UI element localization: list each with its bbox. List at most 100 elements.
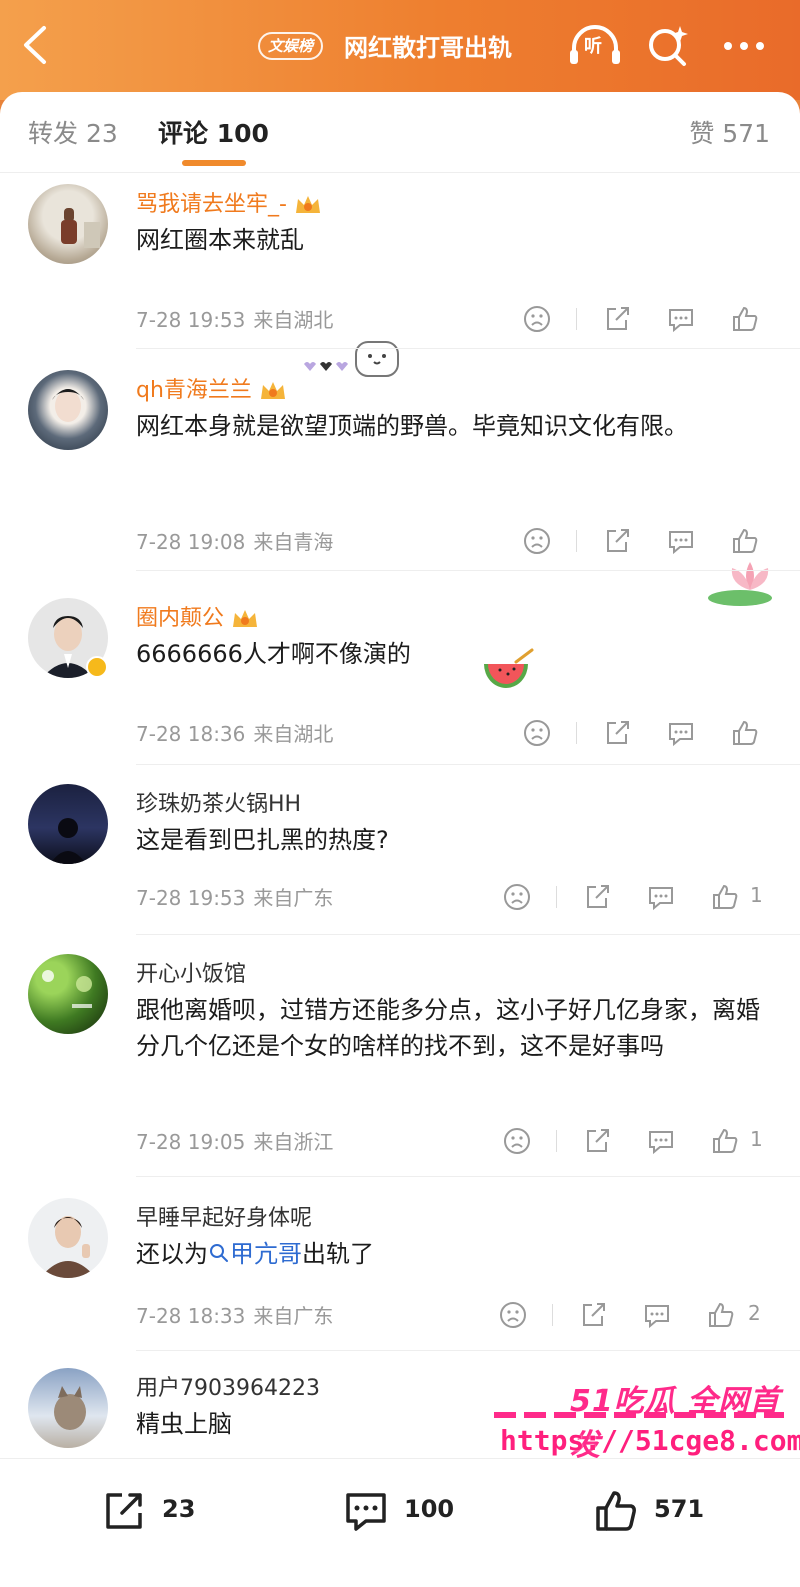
- comment-actions: [522, 526, 772, 556]
- like-icon[interactable]: [730, 526, 760, 556]
- share-icon[interactable]: [582, 882, 612, 912]
- tab-likes-count: 571: [722, 119, 770, 148]
- share-icon: [106, 1493, 142, 1529]
- share-icon[interactable]: [602, 304, 632, 334]
- tab-reposts-count: 23: [85, 119, 118, 148]
- verified-badge: [86, 656, 108, 678]
- vip-crown-icon: [260, 382, 285, 399]
- avatar[interactable]: [28, 370, 108, 450]
- comment-region: 来自广东: [253, 1304, 334, 1328]
- content-sheet: 转发 23 评论 100 赞 571 骂我请去坐牢_- 网红圈本来就乱 7-28…: [0, 92, 800, 1587]
- dislike-face-icon[interactable]: [502, 1126, 532, 1156]
- separator: [576, 722, 577, 744]
- reply-icon[interactable]: [666, 718, 696, 748]
- page-title: 网红散打哥出轨: [344, 34, 512, 62]
- username[interactable]: 圈内颠公: [136, 600, 260, 632]
- tab-reposts-label: 转发: [28, 119, 79, 148]
- username-text: 开心小饭馆: [136, 962, 247, 987]
- username-text: 骂我请去坐牢_-: [136, 192, 287, 217]
- topic-tag-badge[interactable]: 文娱榜: [258, 32, 324, 60]
- watermark-url: https://51cge8.com: [500, 1424, 800, 1457]
- share-icon[interactable]: [602, 718, 632, 748]
- username-text: 早睡早起好身体呢: [136, 1206, 313, 1231]
- bottom-action-bar: 23 100 571: [0, 1458, 800, 1587]
- comment-text: 跟他离婚呗，过错方还能多分点，这小子好几亿身家，离婚分几个亿还是个女的啥样的找不…: [136, 996, 760, 1060]
- username[interactable]: 骂我请去坐牢_-: [136, 186, 323, 218]
- share-icon[interactable]: [582, 1126, 612, 1156]
- comment-text: 还以为 甲亢哥出轨了: [136, 1236, 756, 1272]
- like-icon[interactable]: [710, 1126, 740, 1156]
- search-button[interactable]: [644, 22, 692, 70]
- comment-text: 6666666人才啊不像演的: [136, 640, 411, 668]
- tab-comments[interactable]: 评论 100: [158, 114, 269, 150]
- topic-link-text: 甲亢哥: [230, 1240, 302, 1268]
- repost-count: 23: [162, 1495, 196, 1523]
- separator: [556, 1130, 557, 1152]
- dislike-face-icon[interactable]: [522, 718, 552, 748]
- like-icon[interactable]: [710, 882, 740, 912]
- share-icon[interactable]: [602, 526, 632, 556]
- like-icon[interactable]: [730, 718, 760, 748]
- username[interactable]: 开心小饭馆: [136, 956, 246, 988]
- tab-likes-label: 赞: [689, 119, 715, 148]
- reply-icon[interactable]: [666, 526, 696, 556]
- avatar[interactable]: [28, 184, 108, 264]
- comment-date: 7-28 19:05: [136, 1130, 246, 1154]
- search-icon: [210, 1244, 228, 1262]
- back-button[interactable]: [18, 22, 54, 68]
- comment-meta: 7-28 18:33 来自广东: [136, 1300, 333, 1329]
- like-icon[interactable]: [730, 304, 760, 334]
- listen-button[interactable]: 听: [568, 22, 622, 70]
- username[interactable]: 用户7903964223: [136, 1370, 320, 1402]
- username[interactable]: qh青海兰兰: [136, 372, 288, 404]
- divider: [136, 348, 800, 349]
- comment-date: 7-28 18:33: [136, 1304, 246, 1328]
- username[interactable]: 珍珠奶茶火锅HH: [136, 786, 301, 818]
- comment-meta: 7-28 19:53 来自湖北: [136, 304, 333, 333]
- comment-region: 来自湖北: [253, 722, 334, 746]
- divider: [136, 764, 800, 765]
- username-text: 圈内颠公: [136, 606, 225, 631]
- separator: [552, 1304, 553, 1326]
- comment-region: 来自湖北: [253, 308, 334, 332]
- username[interactable]: 早睡早起好身体呢: [136, 1200, 312, 1232]
- bunny-sticker-icon: [304, 341, 399, 377]
- username-text: 用户7903964223: [136, 1376, 320, 1401]
- active-tab-indicator: [182, 160, 246, 166]
- avatar[interactable]: [28, 954, 108, 1034]
- username-text: 珍珠奶茶火锅HH: [136, 792, 302, 817]
- reply-icon[interactable]: [646, 1126, 676, 1156]
- comment-region: 来自青海: [253, 530, 334, 554]
- avatar[interactable]: [28, 1368, 108, 1448]
- share-icon[interactable]: [578, 1300, 608, 1330]
- dislike-face-icon[interactable]: [498, 1300, 528, 1330]
- avatar[interactable]: [28, 784, 108, 864]
- tab-reposts[interactable]: 转发 23: [28, 114, 118, 150]
- tab-comments-count: 100: [216, 119, 269, 148]
- divider: [136, 1350, 800, 1351]
- tab-likes[interactable]: 赞 571: [689, 114, 770, 150]
- like-icon[interactable]: [706, 1300, 736, 1330]
- like-count: 2: [748, 1301, 761, 1325]
- dislike-face-icon[interactable]: [502, 882, 532, 912]
- reply-icon[interactable]: [666, 304, 696, 334]
- chevron-left-icon: [24, 26, 46, 64]
- avatar[interactable]: [28, 1198, 108, 1278]
- divider: [136, 1176, 800, 1177]
- vip-crown-icon: [233, 610, 258, 627]
- reply-icon[interactable]: [642, 1300, 672, 1330]
- reply-icon[interactable]: [646, 882, 676, 912]
- comment-actions: 1: [502, 1126, 772, 1156]
- more-options-button[interactable]: [720, 30, 768, 62]
- comment-region: 来自广东: [253, 886, 334, 910]
- comment-actions: 1: [502, 882, 772, 912]
- dislike-face-icon[interactable]: [522, 304, 552, 334]
- separator: [576, 308, 577, 330]
- dislike-face-icon[interactable]: [522, 526, 552, 556]
- topic-link[interactable]: 甲亢哥: [208, 1240, 302, 1268]
- comment-date: 7-28 19:08: [136, 530, 246, 554]
- comment-meta: 7-28 19:08 来自青海: [136, 526, 333, 555]
- comment-date: 7-28 18:36: [136, 722, 246, 746]
- divider: [0, 172, 800, 173]
- like-count: 1: [750, 883, 763, 907]
